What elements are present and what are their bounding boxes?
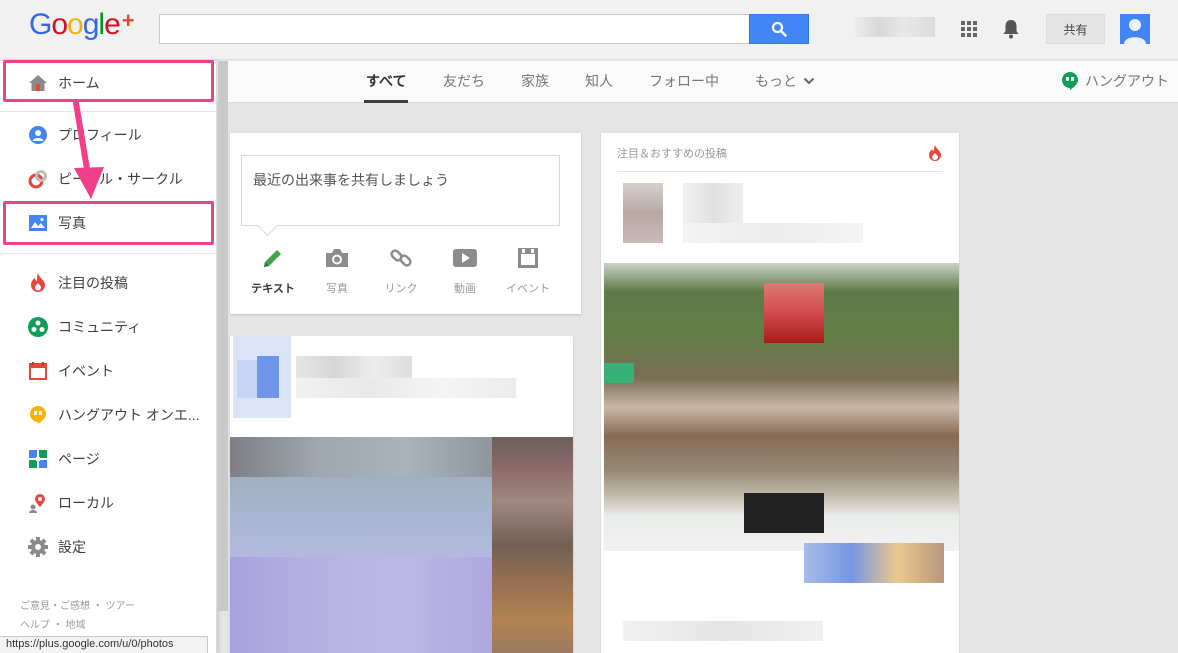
camera-icon	[326, 249, 348, 267]
share-text-button[interactable]: テキスト	[242, 244, 304, 296]
post-image-blurred[interactable]	[230, 437, 573, 653]
tab-all[interactable]: すべて	[366, 71, 406, 91]
sidebar-item-label: コミュニティ	[58, 319, 142, 335]
apps-grid-icon[interactable]	[961, 21, 977, 37]
fire-icon	[929, 145, 941, 161]
chevron-down-icon	[803, 77, 815, 85]
event-icon	[518, 248, 538, 268]
sidebar-item-label: ハングアウト オンエ...	[58, 407, 200, 423]
post-meta-blurred	[296, 378, 516, 398]
post-avatar-blurred	[233, 336, 291, 418]
sidebar-item-events[interactable]: イベント	[0, 349, 217, 393]
user-name-blurred[interactable]	[855, 17, 935, 37]
sidebar-item-label: ページ	[58, 451, 100, 467]
sidebar-item-settings[interactable]: 設定	[0, 525, 217, 569]
sidebar-item-label: プロフィール	[58, 127, 142, 143]
post-card[interactable]	[230, 336, 573, 653]
communities-icon	[28, 317, 48, 337]
pages-icon	[29, 450, 47, 468]
share-link-button[interactable]: リンク	[370, 244, 432, 296]
share-text-label: テキスト	[251, 283, 295, 295]
circles-icon	[28, 170, 47, 189]
share-photo-button[interactable]: 写真	[306, 244, 368, 296]
menu-divider	[0, 253, 217, 254]
tab-family[interactable]: 家族	[521, 71, 549, 91]
sidebar-item-pages[interactable]: ページ	[0, 437, 217, 481]
trending-header: 注目＆おすすめの投稿	[617, 147, 727, 160]
highlight-box-home	[3, 60, 214, 102]
sidebar-footer-links[interactable]: ご意見・ご感想 ・ ツアー	[20, 597, 135, 612]
sidebar-item-label: ローカル	[58, 495, 114, 511]
share-input[interactable]: 最近の出来事を共有しましょう	[241, 155, 560, 226]
settings-icon	[28, 537, 48, 557]
share-video-label: 動画	[454, 283, 476, 295]
sidebar-item-communities[interactable]: コミュニティ	[0, 305, 217, 349]
sidebar-item-whats-hot[interactable]: 注目の投稿	[0, 261, 217, 305]
share-link-label: リンク	[384, 283, 418, 295]
sidebar-item-local[interactable]: ローカル	[0, 481, 217, 525]
share-button[interactable]: 共有	[1046, 14, 1105, 44]
notifications-bell-icon[interactable]	[1002, 19, 1020, 39]
active-tab-indicator	[364, 100, 408, 103]
share-video-button[interactable]: 動画	[434, 244, 496, 296]
top-bar: Google+ 共有	[0, 0, 1178, 60]
menu-divider	[0, 111, 217, 112]
local-icon	[29, 494, 45, 513]
share-event-label: イベント	[506, 283, 550, 295]
fire-icon	[31, 273, 45, 292]
profile-icon	[29, 126, 47, 144]
search-button[interactable]	[749, 14, 809, 44]
share-photo-label: 写真	[326, 283, 348, 295]
sidebar-footer-links-2[interactable]: ヘルプ ・ 地域	[20, 616, 86, 631]
post-author-blurred	[296, 356, 412, 378]
tab-following[interactable]: フォロー中	[649, 71, 719, 91]
tab-friends[interactable]: 友だち	[443, 71, 485, 91]
hangouts-link[interactable]: ハングアウト	[1061, 71, 1169, 91]
trending-meta-blurred	[683, 223, 863, 243]
trending-posts-card[interactable]: 注目＆おすすめの投稿	[601, 133, 959, 653]
trending-avatar-blurred	[623, 183, 663, 243]
avatar-person-icon	[1124, 19, 1146, 44]
tab-acquaintances[interactable]: 知人	[585, 71, 613, 91]
trending-image-blurred[interactable]	[604, 263, 959, 583]
sidebar-item-label: イベント	[58, 363, 114, 379]
side-navigation-menu: ホーム プロフィール ピープル・サークル 写真 注目の投稿 コミュニティ イベン…	[0, 61, 217, 653]
tab-more[interactable]: もっと	[755, 71, 815, 91]
share-event-button[interactable]: イベント	[497, 244, 559, 296]
hangouts-link-label: ハングアウト	[1085, 73, 1169, 89]
search-icon	[771, 21, 787, 37]
trending-author-blurred	[683, 183, 743, 223]
sidebar-item-label: 設定	[58, 539, 86, 555]
search-input[interactable]	[159, 14, 750, 44]
hangouts-icon	[1062, 72, 1078, 90]
events-icon	[29, 362, 47, 380]
trending-divider	[617, 171, 943, 172]
pencil-icon	[264, 250, 281, 267]
sidebar-item-people-circles[interactable]: ピープル・サークル	[0, 157, 217, 201]
link-icon	[390, 249, 412, 267]
sidebar-scrollbar[interactable]	[218, 61, 228, 611]
video-icon	[453, 249, 477, 267]
browser-status-url: https://plus.google.com/u/0/photos	[0, 636, 208, 653]
sidebar-item-profile[interactable]: プロフィール	[0, 113, 217, 157]
sidebar-item-hangouts-on-air[interactable]: ハングアウト オンエ...	[0, 393, 217, 437]
hangouts-icon	[30, 406, 46, 424]
sidebar-item-label: ピープル・サークル	[58, 171, 183, 187]
sidebar-item-label: 注目の投稿	[58, 275, 128, 291]
tab-more-label: もっと	[755, 73, 797, 89]
google-plus-logo[interactable]: Google+	[29, 8, 135, 42]
trending-footer-blurred	[623, 621, 823, 641]
highlight-box-photos	[3, 201, 214, 245]
avatar[interactable]	[1120, 14, 1150, 44]
